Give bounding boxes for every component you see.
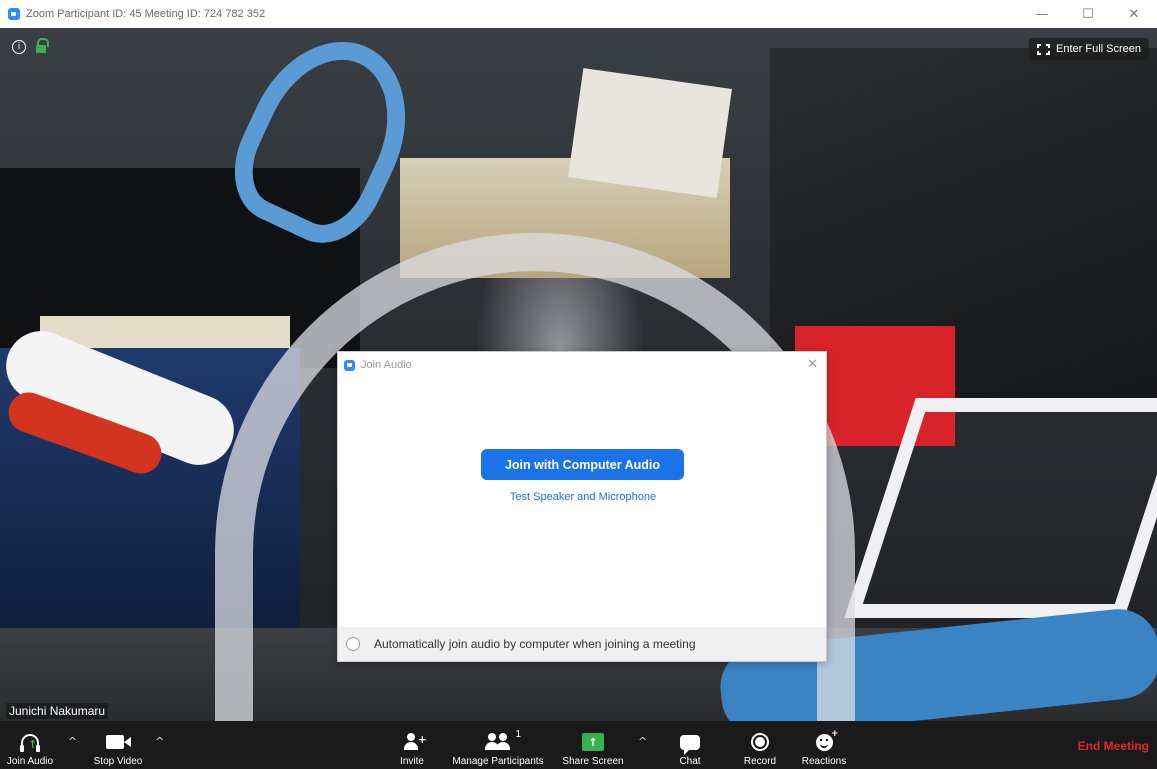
video-camera-icon	[106, 735, 131, 749]
maximize-button[interactable]: ☐	[1065, 0, 1111, 28]
video-options-caret[interactable]: ^	[155, 735, 164, 748]
add-person-icon: +	[403, 733, 427, 751]
join-audio-button[interactable]: ↑ Join Audio	[4, 721, 56, 769]
chat-button[interactable]: Chat	[672, 721, 708, 769]
zoom-logo-icon	[344, 359, 355, 371]
stop-video-label: Stop Video	[93, 756, 143, 767]
auto-join-audio-checkbox[interactable]	[346, 637, 360, 651]
enter-full-screen-label: Enter Full Screen	[1056, 43, 1141, 55]
record-icon	[751, 733, 769, 751]
record-label: Record	[743, 756, 777, 767]
invite-button[interactable]: + Invite	[390, 721, 434, 769]
share-screen-icon: ↑	[582, 733, 604, 751]
video-background-object	[568, 68, 732, 198]
meeting-status-icons: i	[12, 38, 49, 54]
chat-label: Chat	[679, 756, 701, 767]
arrow-up-icon: ↑	[28, 738, 38, 751]
chat-bubble-icon	[680, 734, 700, 755]
share-screen-label: Share Screen	[562, 756, 624, 767]
end-meeting-button[interactable]: End Meeting	[1078, 739, 1149, 753]
dialog-title: Join Audio	[361, 359, 412, 371]
reactions-button[interactable]: + Reactions	[796, 721, 852, 769]
test-speaker-microphone-link[interactable]: Test Speaker and Microphone	[338, 491, 828, 503]
dialog-title-bar: Join Audio ✕	[338, 352, 826, 378]
smiley-icon: +	[815, 729, 839, 751]
record-button[interactable]: Record	[738, 721, 782, 769]
reactions-label: Reactions	[801, 756, 847, 767]
window-title: Zoom Participant ID: 45 Meeting ID: 724 …	[26, 8, 266, 20]
audio-options-caret[interactable]: ^	[68, 735, 77, 748]
participants-icon: 1	[485, 729, 521, 751]
meeting-info-icon[interactable]: i	[12, 40, 26, 54]
join-with-computer-audio-button[interactable]: Join with Computer Audio	[481, 449, 684, 480]
participant-name-label: Junichi Nakumaru	[6, 703, 109, 719]
dialog-footer: Automatically join audio by computer whe…	[338, 627, 826, 661]
auto-join-audio-label[interactable]: Automatically join audio by computer whe…	[374, 637, 696, 651]
fullscreen-icon	[1037, 43, 1051, 55]
join-audio-label: Join Audio	[6, 756, 54, 767]
dialog-close-button[interactable]: ✕	[807, 357, 818, 372]
minimize-button[interactable]: —	[1019, 0, 1065, 28]
window-controls: — ☐ ✕	[1019, 0, 1157, 28]
meeting-toolbar: ↑ Join Audio ^ Stop Video ^ + Invite 1 M…	[0, 721, 1157, 769]
invite-label: Invite	[400, 756, 424, 767]
manage-participants-button[interactable]: 1 Manage Participants	[444, 721, 552, 769]
join-audio-dialog: Join Audio ✕ Join with Computer Audio Te…	[337, 351, 827, 662]
title-bar: Zoom Participant ID: 45 Meeting ID: 724 …	[0, 0, 1157, 28]
share-options-caret[interactable]: ^	[638, 735, 647, 748]
participant-count-badge: 1	[515, 729, 521, 740]
zoom-logo-icon	[8, 8, 20, 20]
lock-icon[interactable]	[36, 38, 49, 54]
enter-full-screen-button[interactable]: Enter Full Screen	[1029, 38, 1149, 60]
stop-video-button[interactable]: Stop Video	[88, 721, 148, 769]
share-screen-button[interactable]: ↑ Share Screen	[558, 721, 628, 769]
manage-participants-label: Manage Participants	[452, 756, 544, 767]
close-window-button[interactable]: ✕	[1111, 0, 1157, 28]
headphone-icon: ↑	[20, 734, 40, 752]
